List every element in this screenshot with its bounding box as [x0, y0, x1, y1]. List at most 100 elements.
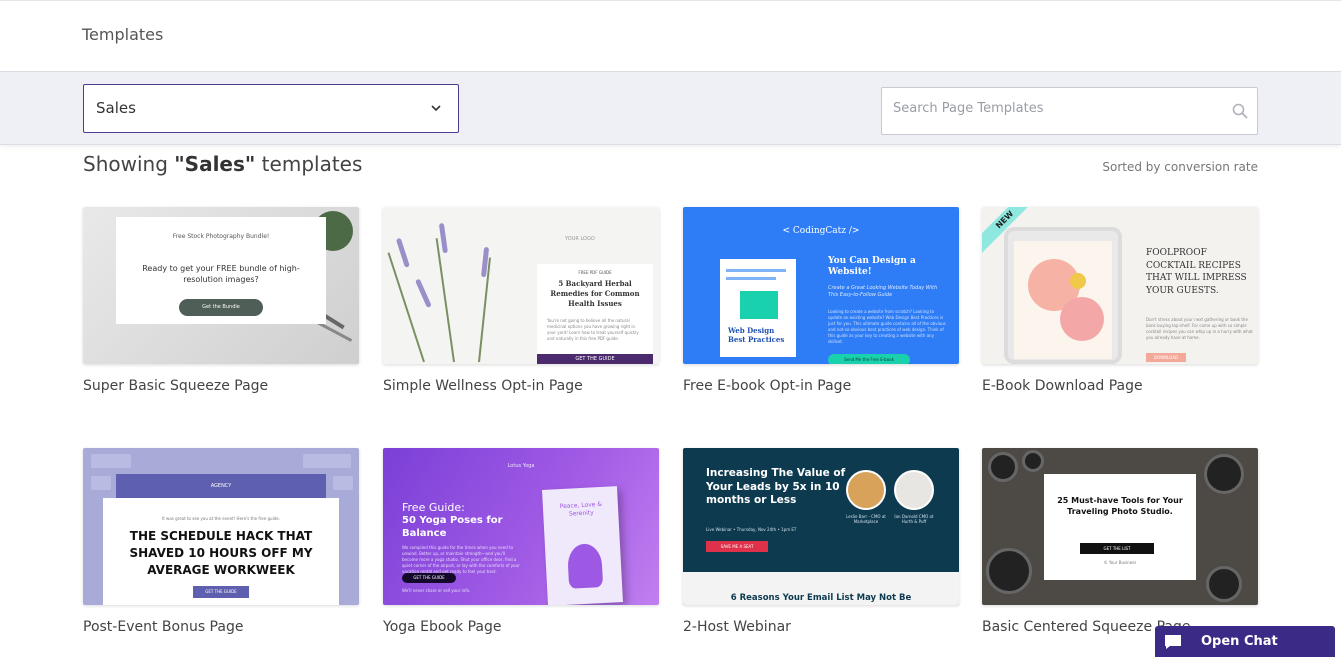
ebook-cover: Web Design Best Practices — [720, 259, 796, 357]
lavender-stem — [387, 252, 425, 363]
thumb-logo: YOUR LOGO — [565, 236, 595, 242]
thumb-section-title: 6 Reasons Your Email List May Not Be — [730, 593, 912, 603]
host-name: Leslie Barr - CMO at Marketplace — [846, 514, 886, 524]
thumb-kicker: Free Guide: — [402, 501, 465, 514]
template-card[interactable]: Free Stock Photography Bundle! Ready to … — [83, 207, 359, 394]
thumb-body: We compiled this guide for the times whe… — [402, 545, 520, 574]
template-card[interactable]: 25 Must-have Tools for Your Traveling Ph… — [982, 448, 1258, 635]
thumb-body: Looking to create a website from scratch… — [828, 309, 946, 344]
search-icon[interactable] — [1231, 102, 1249, 120]
chat-bubble-icon — [1165, 635, 1181, 649]
thumb-button: GET THE GUIDE — [402, 573, 456, 583]
thumb-kicker: Free Stock Photography Bundle! — [172, 233, 270, 240]
thumb-button: GET THE GUIDE — [537, 354, 653, 364]
template-thumbnail[interactable]: < CodingCatz /> Web Design Best Practice… — [683, 207, 959, 364]
results-prefix: Showing — [83, 152, 175, 176]
thumb-button: Get the Bundle — [179, 299, 263, 316]
thumb-headline: 5 Backyard Herbal Remedies for Common He… — [550, 279, 640, 308]
optin-panel: FREE PDF GUIDE 5 Backyard Herbal Remedie… — [537, 264, 653, 364]
thumb-button: SAVE ME A SEAT — [706, 541, 768, 552]
search-box[interactable] — [881, 87, 1258, 135]
thumb-header: AGENCY — [116, 474, 326, 498]
template-card[interactable]: Lotus Yoga Free Guide: 50 Yoga Poses for… — [383, 448, 659, 635]
lavender-flower — [415, 278, 432, 309]
optin-box: 25 Must-have Tools for Your Traveling Ph… — [1044, 474, 1196, 580]
thumb-note: We'll never share or sell your info. — [402, 588, 471, 593]
image-icon — [740, 291, 778, 319]
category-select-value: Sales — [96, 99, 136, 117]
template-label[interactable]: 2-Host Webinar — [683, 619, 959, 635]
camera-lens — [1206, 566, 1242, 602]
camera-lens — [988, 452, 1018, 482]
camera-lens — [986, 548, 1032, 594]
optin-box: It was great to see you at the event! He… — [103, 498, 339, 605]
host-name: Ian Darnold CMO at Hurth & Puff — [894, 514, 934, 524]
thumb-button: DOWNLOAD — [1146, 353, 1186, 362]
template-label[interactable]: Simple Wellness Opt-in Page — [383, 378, 659, 394]
thumb-headline: Ready to get your FREE bundle of high-re… — [142, 264, 300, 284]
thumb-headline: Increasing The Value of Your Leads by 5x… — [706, 467, 846, 506]
lavender-flower — [395, 237, 410, 268]
thumb-date: Live Webinar • Thursday, Nov 24th • 1pm … — [706, 527, 797, 532]
thumb-logo: Lotus Yoga — [507, 463, 535, 469]
cover-stripe — [726, 269, 786, 272]
template-thumbnail[interactable]: YOUR LOGO FREE PDF GUIDE 5 Backyard Herb… — [383, 207, 659, 364]
template-thumbnail[interactable]: AGENCY It was great to see you at the ev… — [83, 448, 359, 605]
thumb-headline: 50 Yoga Poses for Balance — [402, 515, 503, 539]
results-suffix: templates — [255, 152, 363, 176]
host-avatar — [894, 470, 934, 510]
category-select[interactable]: Sales — [83, 84, 459, 133]
filter-bar: Sales — [0, 72, 1341, 145]
search-input[interactable] — [893, 101, 1213, 116]
template-card[interactable]: Increasing The Value of Your Leads by 5x… — [683, 448, 959, 635]
ebook-title: Web Design Best Practices — [728, 326, 785, 344]
template-thumbnail[interactable]: 25 Must-have Tools for Your Traveling Ph… — [982, 448, 1258, 605]
template-card[interactable]: YOUR LOGO FREE PDF GUIDE 5 Backyard Herb… — [383, 207, 659, 394]
keyboard-key — [303, 454, 351, 468]
ebook-title: Peace, Love & Serenity — [559, 500, 603, 518]
tablet-screen — [1014, 241, 1112, 359]
template-thumbnail[interactable]: Increasing The Value of Your Leads by 5x… — [683, 448, 959, 605]
template-thumbnail[interactable]: Free Stock Photography Bundle! Ready to … — [83, 207, 359, 364]
top-bar: Templates — [0, 0, 1341, 72]
keyboard-key — [91, 454, 131, 468]
page-title: Templates — [82, 25, 164, 44]
open-chat-label: Open Chat — [1201, 634, 1278, 649]
template-label[interactable]: Yoga Ebook Page — [383, 619, 659, 635]
template-thumbnail[interactable]: NEW FOOLPROOF COCKTAIL RECIPES THAT WILL… — [982, 207, 1258, 364]
thumb-subhead: Create a Great Looking Website Today Wit… — [828, 285, 938, 298]
thumb-section: 6 Reasons Your Email List May Not Be — [683, 572, 959, 605]
lavender-flower — [438, 222, 448, 254]
template-card[interactable]: NEW FOOLPROOF COCKTAIL RECIPES THAT WILL… — [982, 207, 1258, 394]
tablet-image — [1004, 227, 1122, 364]
cocktail-glass — [1060, 297, 1104, 341]
thumb-body: Don't stress about your next gathering o… — [1146, 317, 1253, 340]
thumb-business: © Your Business — [1103, 560, 1137, 565]
template-label[interactable]: Super Basic Squeeze Page — [83, 378, 359, 394]
open-chat-button[interactable]: Open Chat — [1155, 626, 1335, 657]
results-heading: Showing "Sales" templates — [83, 152, 362, 176]
cover-stripe — [726, 277, 776, 280]
optin-box: Free Stock Photography Bundle! Ready to … — [116, 217, 326, 324]
meditation-figure-icon — [566, 543, 604, 589]
template-card[interactable]: < CodingCatz /> Web Design Best Practice… — [683, 207, 959, 394]
template-label[interactable]: Post-Event Bonus Page — [83, 619, 359, 635]
lavender-stem — [435, 238, 455, 363]
thumb-headline: FOOLPROOF COCKTAIL RECIPES THAT WILL IMP… — [1146, 248, 1247, 296]
lemon-slice — [1070, 273, 1086, 289]
thumb-button: GET THE LIST — [1080, 543, 1154, 554]
template-card[interactable]: AGENCY It was great to see you at the ev… — [83, 448, 359, 635]
template-label[interactable]: Free E-book Opt-in Page — [683, 378, 959, 394]
thumb-button: GET THE GUIDE — [193, 586, 249, 598]
sort-label: Sorted by conversion rate — [1102, 160, 1258, 174]
thumb-headline: You Can Design a Website! — [828, 256, 916, 277]
camera-lens — [1022, 450, 1044, 472]
thumb-kicker: FREE PDF GUIDE — [578, 270, 612, 275]
template-thumbnail[interactable]: Lotus Yoga Free Guide: 50 Yoga Poses for… — [383, 448, 659, 605]
thumb-kicker: It was great to see you at the event! He… — [162, 516, 280, 521]
host-avatar — [846, 470, 886, 510]
template-label[interactable]: E-Book Download Page — [982, 378, 1258, 394]
camera-lens — [1204, 454, 1244, 494]
thumb-body: You're not going to believe all the natu… — [547, 318, 639, 341]
keyboard-key — [91, 476, 111, 490]
